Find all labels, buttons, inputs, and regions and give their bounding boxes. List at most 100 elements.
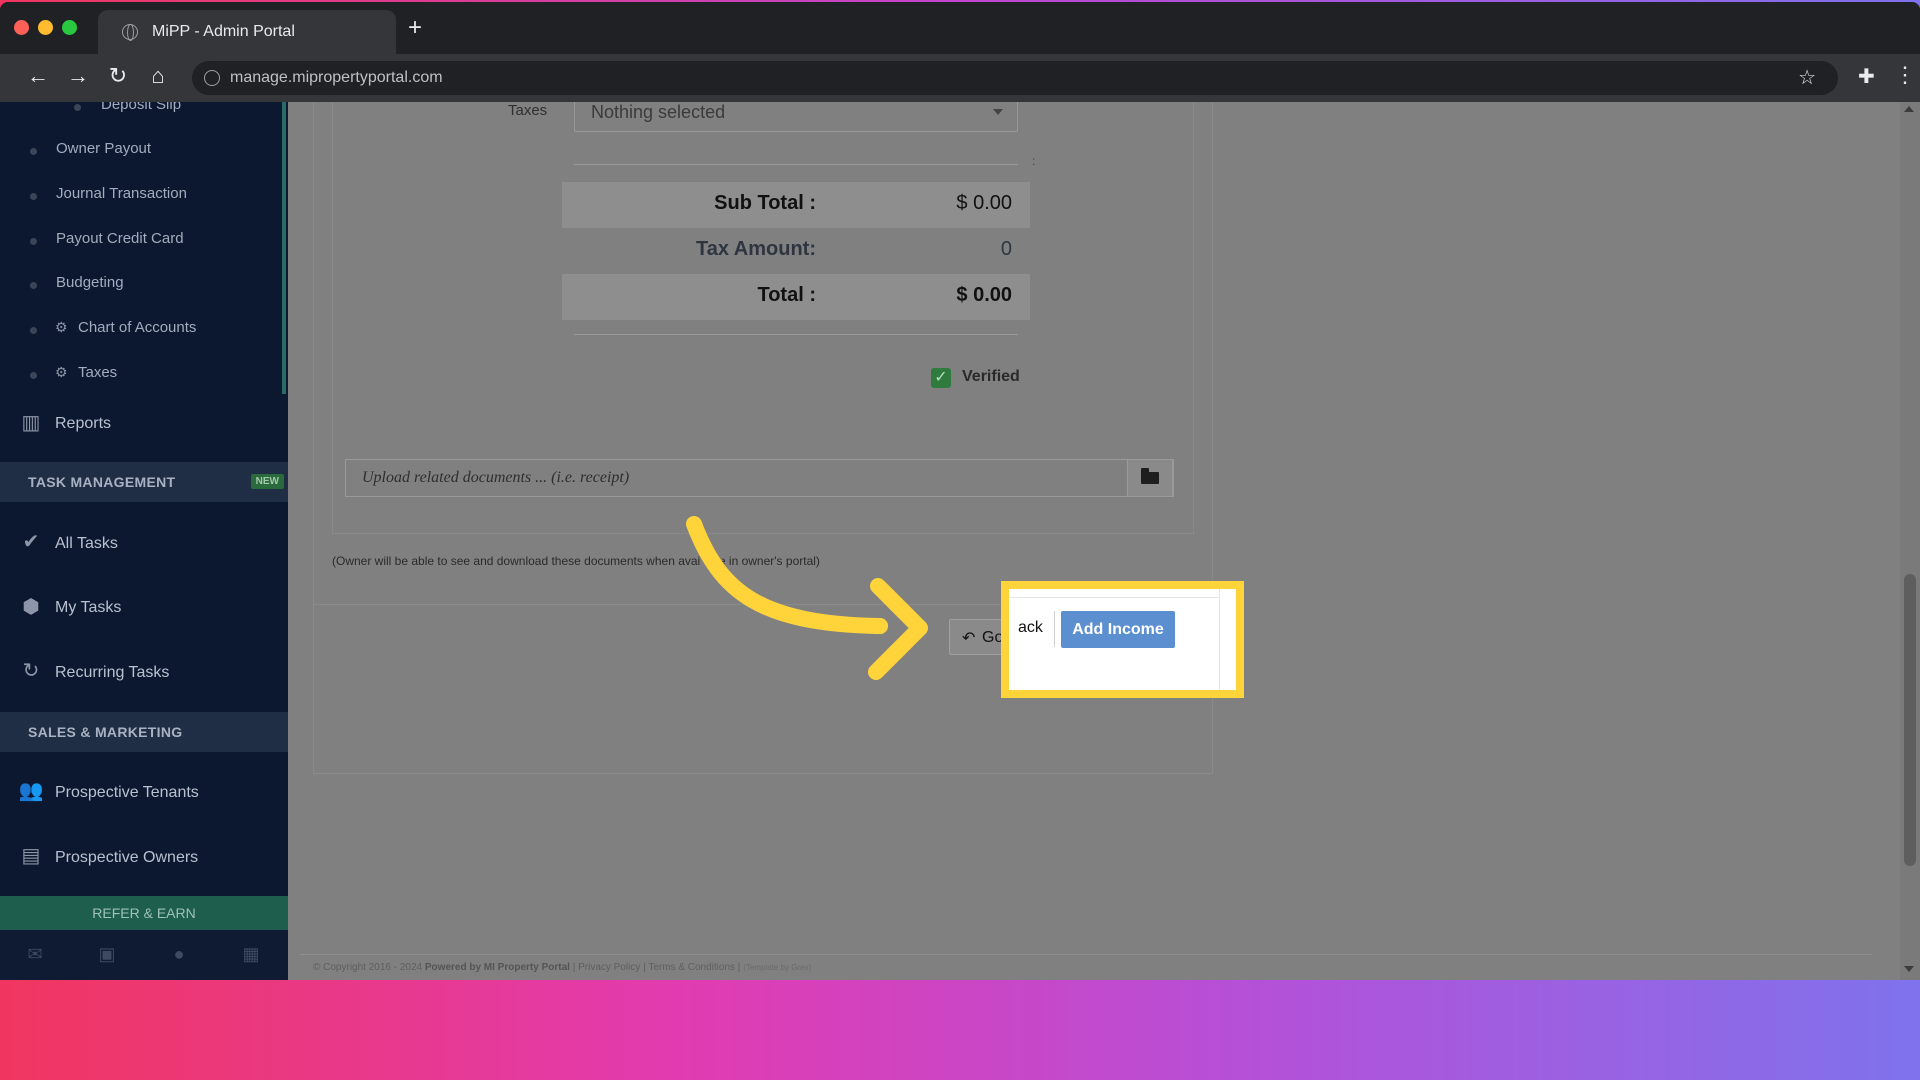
back-arrow-icon[interactable]: ←: [24, 64, 52, 88]
extensions-puzzle-icon[interactable]: ✚: [1858, 64, 1875, 89]
subtotal-value: $ 0.00: [956, 192, 1012, 214]
page-scrollbar[interactable]: [1900, 102, 1920, 980]
tree-dot: [30, 148, 37, 155]
globe-icon: [122, 24, 138, 41]
tab-bar: MiPP - Admin Portal +: [0, 2, 1920, 54]
sidebar: Deposit Slip Owner Payout Journal Transa…: [0, 102, 288, 980]
gear-icon: ⚙: [55, 364, 68, 380]
close-window-button[interactable]: [14, 20, 29, 35]
colon-mark: :: [1032, 154, 1036, 168]
more-menu-icon[interactable]: ⋮: [1894, 62, 1916, 88]
page-footer: © Copyright 2016 - 2024 Powered by MI Pr…: [313, 962, 812, 973]
privacy-policy-link[interactable]: Privacy Policy: [578, 962, 640, 973]
powered-by-link[interactable]: Powered by MI Property Portal: [425, 962, 570, 973]
scroll-down-icon[interactable]: [1904, 966, 1914, 972]
go-back-button-edge: [1054, 611, 1055, 647]
page-content: Deposit Slip Owner Payout Journal Transa…: [0, 102, 1920, 980]
forward-arrow-icon[interactable]: →: [64, 64, 92, 88]
mail-icon[interactable]: ✉: [24, 944, 46, 964]
total-row: Total : $ 0.00: [562, 274, 1030, 320]
verified-checkbox[interactable]: ✓: [931, 368, 951, 388]
verified-label: Verified: [962, 368, 1020, 385]
sidebar-scrollbar[interactable]: [282, 102, 286, 394]
browser-tab[interactable]: MiPP - Admin Portal: [98, 10, 396, 54]
browser-window: MiPP - Admin Portal + ← → ↻ ⌂ manage.mip…: [0, 2, 1920, 980]
taxes-select[interactable]: Nothing selected: [574, 102, 1018, 132]
total-value: $ 0.00: [956, 284, 1012, 306]
caret-down-icon: [993, 109, 1003, 115]
add-income-button[interactable]: Add Income: [1061, 611, 1175, 648]
sidebar-item-budgeting[interactable]: Budgeting: [56, 274, 124, 291]
annotation-arrow-icon: [686, 516, 928, 680]
briefcase-icon[interactable]: ▣: [96, 944, 118, 964]
section-task-management: TASK MANAGEMENT NEW: [0, 462, 288, 502]
panel-edge: [1009, 597, 1219, 598]
gear-icon: ⚙: [55, 319, 68, 335]
copyright-text: © Copyright 2016 - 2024: [313, 962, 423, 973]
home-icon[interactable]: ⌂: [144, 64, 172, 88]
scroll-up-icon[interactable]: [1904, 106, 1914, 112]
folder-open-icon: [1141, 468, 1159, 484]
tree-dot: [30, 193, 37, 200]
browser-toolbar: ← → ↻ ⌂ manage.mipropertyportal.com ☆ ✚ …: [0, 54, 1920, 102]
tree-dot: [30, 327, 37, 334]
upload-placeholder: Upload related documents ... (i.e. recei…: [362, 469, 630, 486]
sidebar-item-payout-credit-card[interactable]: Payout Credit Card: [56, 230, 184, 247]
subtotal-row: Sub Total : $ 0.00: [562, 182, 1030, 228]
refresh-icon: ↻: [22, 660, 40, 682]
id-card-icon: ▤: [21, 845, 41, 867]
new-tab-icon[interactable]: +: [408, 16, 422, 40]
scroll-thumb[interactable]: [1904, 574, 1916, 866]
divider: [574, 334, 1018, 335]
reload-icon[interactable]: ↻: [104, 64, 132, 88]
sidebar-item-prospective-owners[interactable]: Prospective Owners: [55, 849, 198, 867]
go-back-label-partial: ack: [1018, 619, 1043, 636]
bookmark-star-icon[interactable]: ☆: [1798, 65, 1816, 90]
minimize-window-button[interactable]: [38, 20, 53, 35]
tree-dot: [30, 282, 37, 289]
site-info-icon[interactable]: [204, 70, 220, 86]
highlight-annotation: ack Add Income: [1001, 581, 1244, 698]
taxes-select-value: Nothing selected: [591, 102, 726, 122]
sidebar-item-reports[interactable]: Reports: [55, 415, 111, 433]
user-icon[interactable]: ●: [168, 944, 190, 964]
refer-earn-button[interactable]: REFER & EARN: [0, 896, 288, 930]
footer-divider: [300, 954, 1872, 955]
subtotal-label: Sub Total :: [714, 192, 816, 214]
sidebar-item-all-tasks[interactable]: All Tasks: [55, 535, 118, 553]
tree-dot: [30, 372, 37, 379]
tag-icon: ⬢: [22, 596, 40, 618]
sidebar-item-taxes[interactable]: Taxes: [78, 364, 117, 381]
calculator-icon[interactable]: ▦: [240, 944, 262, 964]
section-title: TASK MANAGEMENT: [28, 474, 176, 490]
section-sales-marketing: SALES & MARKETING: [0, 712, 288, 752]
tax-amount-row: Tax Amount: 0: [562, 228, 1030, 274]
panel-edge: [1219, 589, 1220, 690]
divider: [574, 164, 1018, 165]
sidebar-item-journal-transaction[interactable]: Journal Transaction: [56, 185, 187, 202]
tab-title: MiPP - Admin Portal: [152, 23, 295, 40]
terms-link[interactable]: Terms & Conditions: [648, 962, 735, 973]
sidebar-item-recurring-tasks[interactable]: Recurring Tasks: [55, 664, 169, 682]
check-icon: ✔: [22, 531, 40, 553]
new-badge: NEW: [250, 474, 284, 489]
tree-dot: [30, 238, 37, 245]
upload-documents-field[interactable]: Upload related documents ... (i.e. recei…: [345, 459, 1174, 497]
sidebar-item-deposit-slip[interactable]: Deposit Slip: [101, 102, 181, 113]
sidebar-item-owner-payout[interactable]: Owner Payout: [56, 140, 151, 157]
tree-dot: [74, 104, 81, 111]
sidebar-footer-icons: ✉ ▣ ● ▦: [0, 930, 288, 980]
total-label: Total :: [757, 284, 816, 306]
browse-files-button[interactable]: [1127, 459, 1173, 497]
users-icon: 👥: [18, 780, 44, 802]
taxes-label: Taxes: [508, 102, 548, 119]
tax-amount-label: Tax Amount:: [696, 238, 816, 260]
sidebar-item-chart-of-accounts[interactable]: Chart of Accounts: [78, 319, 196, 336]
maximize-window-button[interactable]: [62, 20, 77, 35]
reply-arrow-icon: ↶: [962, 630, 976, 647]
sidebar-item-my-tasks[interactable]: My Tasks: [55, 599, 121, 617]
sidebar-item-prospective-tenants[interactable]: Prospective Tenants: [55, 784, 199, 802]
address-bar[interactable]: manage.mipropertyportal.com ☆: [192, 61, 1838, 95]
tax-amount-value: 0: [1000, 238, 1012, 260]
section-title: SALES & MARKETING: [28, 724, 183, 740]
